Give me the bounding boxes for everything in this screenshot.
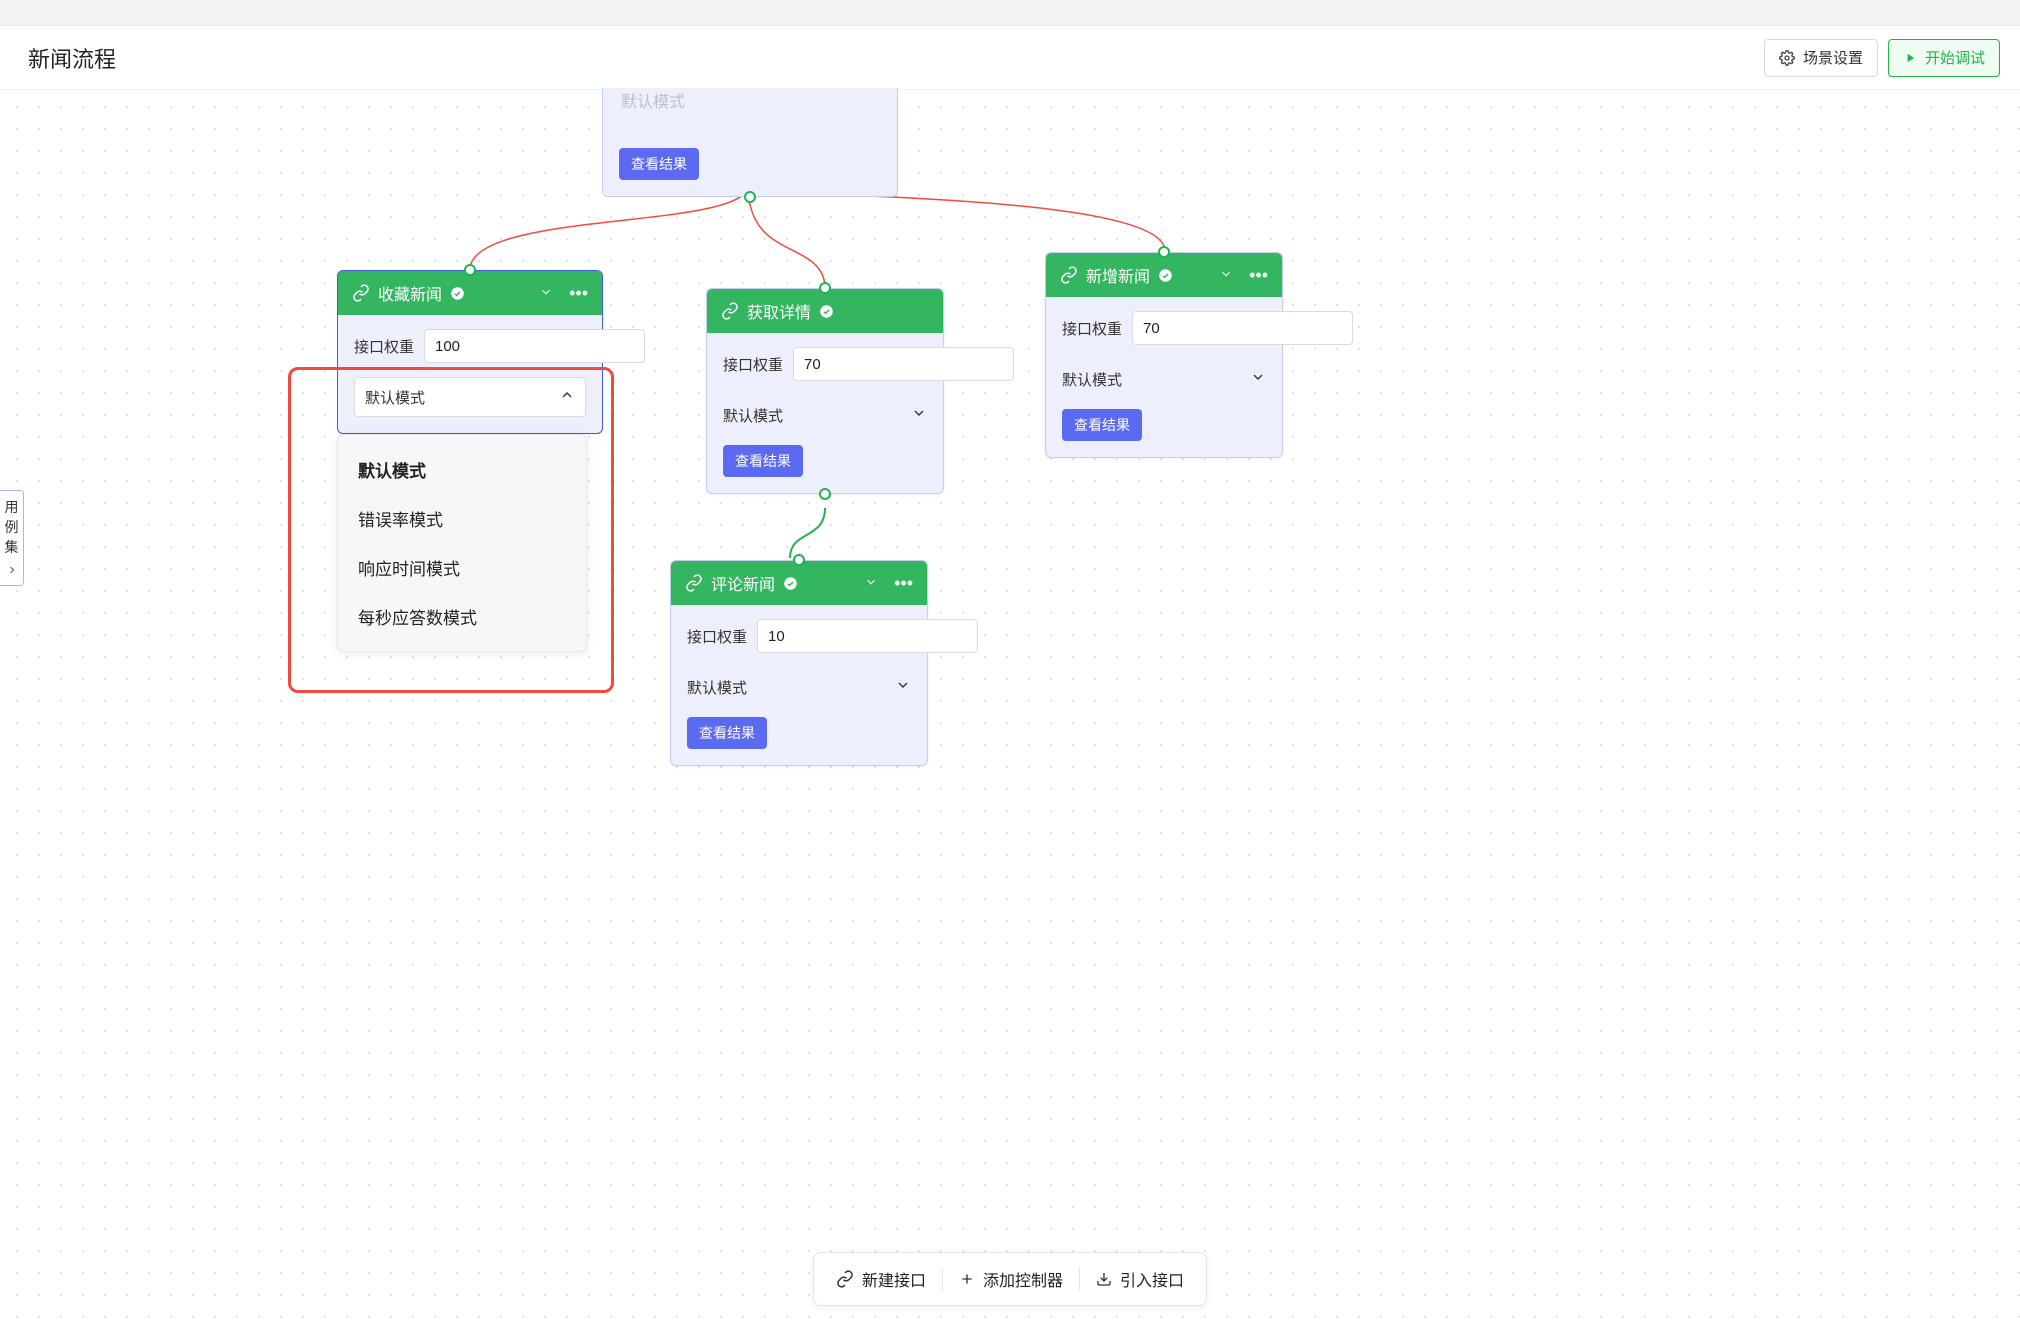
chevron-up-icon xyxy=(559,387,575,407)
handle-top[interactable] xyxy=(1158,246,1170,258)
chevron-down-icon xyxy=(1250,369,1266,389)
add-controller-label: 添加控制器 xyxy=(983,1267,1063,1291)
scene-settings-label: 场景设置 xyxy=(1803,47,1863,68)
api-icon xyxy=(1060,266,1078,284)
new-api-button[interactable]: 新建接口 xyxy=(822,1259,940,1299)
mode-label: 默认模式 xyxy=(723,405,783,426)
mode-select[interactable]: 默认模式 xyxy=(687,667,911,707)
connection-wires xyxy=(0,90,2020,1326)
chevron-right-icon xyxy=(2,563,21,579)
node-header[interactable]: 获取详情 xyxy=(707,289,943,333)
mode-label: 默认模式 xyxy=(687,677,747,698)
node-header[interactable]: 评论新闻 ••• xyxy=(671,561,927,605)
add-controller-button[interactable]: 添加控制器 xyxy=(945,1259,1077,1299)
page-header: 新闻流程 场景设置 开始调试 xyxy=(0,26,2020,90)
weight-label: 接口权重 xyxy=(687,626,747,647)
flow-canvas[interactable]: 默认模式 查看结果 用 例 集 收藏新闻 ••• 接口权重 xyxy=(0,90,2020,1326)
mode-label: 默认模式 xyxy=(1062,369,1122,390)
weight-label: 接口权重 xyxy=(723,354,783,375)
handle-top[interactable] xyxy=(464,264,476,276)
plus-icon xyxy=(959,1271,975,1287)
download-icon xyxy=(1096,1271,1112,1287)
more-icon[interactable]: ••• xyxy=(890,573,917,594)
handle-top[interactable] xyxy=(793,554,805,566)
view-result-button[interactable]: 查看结果 xyxy=(619,148,699,180)
window-strip xyxy=(0,0,2020,26)
more-icon[interactable]: ••• xyxy=(1245,265,1272,286)
dropdown-item-default[interactable]: 默认模式 xyxy=(338,445,586,494)
mode-select[interactable]: 默认模式 xyxy=(1062,359,1266,399)
sidebar-toggle-testcase[interactable]: 用 例 集 xyxy=(0,490,24,586)
weight-input[interactable] xyxy=(757,619,978,653)
check-circle-icon xyxy=(1158,268,1173,283)
node-top-truncated[interactable]: 默认模式 查看结果 xyxy=(602,88,898,197)
dropdown-item-response-time[interactable]: 响应时间模式 xyxy=(338,543,586,592)
node-add-news[interactable]: 新增新闻 ••• 接口权重 默认模式 查看结果 xyxy=(1045,252,1283,458)
bottom-toolbar: 新建接口 添加控制器 引入接口 xyxy=(813,1252,1207,1306)
chevron-down-icon[interactable] xyxy=(1215,265,1237,286)
new-api-label: 新建接口 xyxy=(862,1267,926,1291)
check-circle-icon xyxy=(783,576,798,591)
mode-dropdown[interactable]: 默认模式 错误率模式 响应时间模式 每秒应答数模式 xyxy=(337,434,587,652)
view-result-button[interactable]: 查看结果 xyxy=(1062,409,1142,441)
node-title: 新增新闻 xyxy=(1086,263,1207,287)
separator xyxy=(1079,1267,1080,1291)
scene-settings-button[interactable]: 场景设置 xyxy=(1764,39,1878,77)
dropdown-item-rps[interactable]: 每秒应答数模式 xyxy=(338,592,586,641)
view-result-button[interactable]: 查看结果 xyxy=(687,717,767,749)
api-icon xyxy=(836,1270,854,1288)
import-api-label: 引入接口 xyxy=(1120,1267,1184,1291)
weight-label: 接口权重 xyxy=(1062,318,1122,339)
page-title: 新闻流程 xyxy=(28,42,116,74)
node-favorite-news[interactable]: 收藏新闻 ••• 接口权重 默认模式 xyxy=(337,270,603,434)
api-icon xyxy=(352,284,370,302)
chevron-down-icon[interactable] xyxy=(535,283,557,304)
chevron-down-icon xyxy=(895,677,911,697)
check-circle-icon xyxy=(450,286,465,301)
side-tab-char3: 集 xyxy=(2,537,21,557)
play-icon xyxy=(1903,51,1917,65)
weight-label: 接口权重 xyxy=(354,336,414,357)
more-icon[interactable]: ••• xyxy=(565,283,592,304)
chevron-down-icon[interactable] xyxy=(860,573,882,594)
node-comment-news[interactable]: 评论新闻 ••• 接口权重 默认模式 查看结果 xyxy=(670,560,928,766)
gear-icon xyxy=(1779,50,1795,66)
separator xyxy=(942,1267,943,1291)
start-debug-button[interactable]: 开始调试 xyxy=(1888,39,2000,77)
mode-label: 默认模式 xyxy=(621,88,881,112)
mode-label: 默认模式 xyxy=(365,387,425,408)
check-circle-icon xyxy=(819,304,834,319)
api-icon xyxy=(685,574,703,592)
mode-select[interactable]: 默认模式 xyxy=(723,395,927,435)
node-header[interactable]: 新增新闻 ••• xyxy=(1046,253,1282,297)
handle-bottom[interactable] xyxy=(744,191,756,203)
handle-bottom[interactable] xyxy=(819,488,831,500)
mode-select[interactable]: 默认模式 xyxy=(354,377,586,417)
node-title: 评论新闻 xyxy=(711,571,852,595)
chevron-down-icon xyxy=(911,405,927,425)
weight-input[interactable] xyxy=(793,347,1014,381)
view-result-button[interactable]: 查看结果 xyxy=(723,445,803,477)
weight-input[interactable] xyxy=(1132,311,1353,345)
start-debug-label: 开始调试 xyxy=(1925,47,1985,68)
weight-input[interactable] xyxy=(424,329,645,363)
handle-top[interactable] xyxy=(819,282,831,294)
import-api-button[interactable]: 引入接口 xyxy=(1082,1259,1198,1299)
api-icon xyxy=(721,302,739,320)
side-tab-char2: 例 xyxy=(2,517,21,537)
dropdown-item-error-rate[interactable]: 错误率模式 xyxy=(338,494,586,543)
node-title: 获取详情 xyxy=(747,299,933,323)
node-header[interactable]: 收藏新闻 ••• xyxy=(338,271,602,315)
node-title: 收藏新闻 xyxy=(378,281,527,305)
side-tab-char1: 用 xyxy=(2,497,21,517)
node-get-detail[interactable]: 获取详情 接口权重 默认模式 查看结果 xyxy=(706,288,944,494)
